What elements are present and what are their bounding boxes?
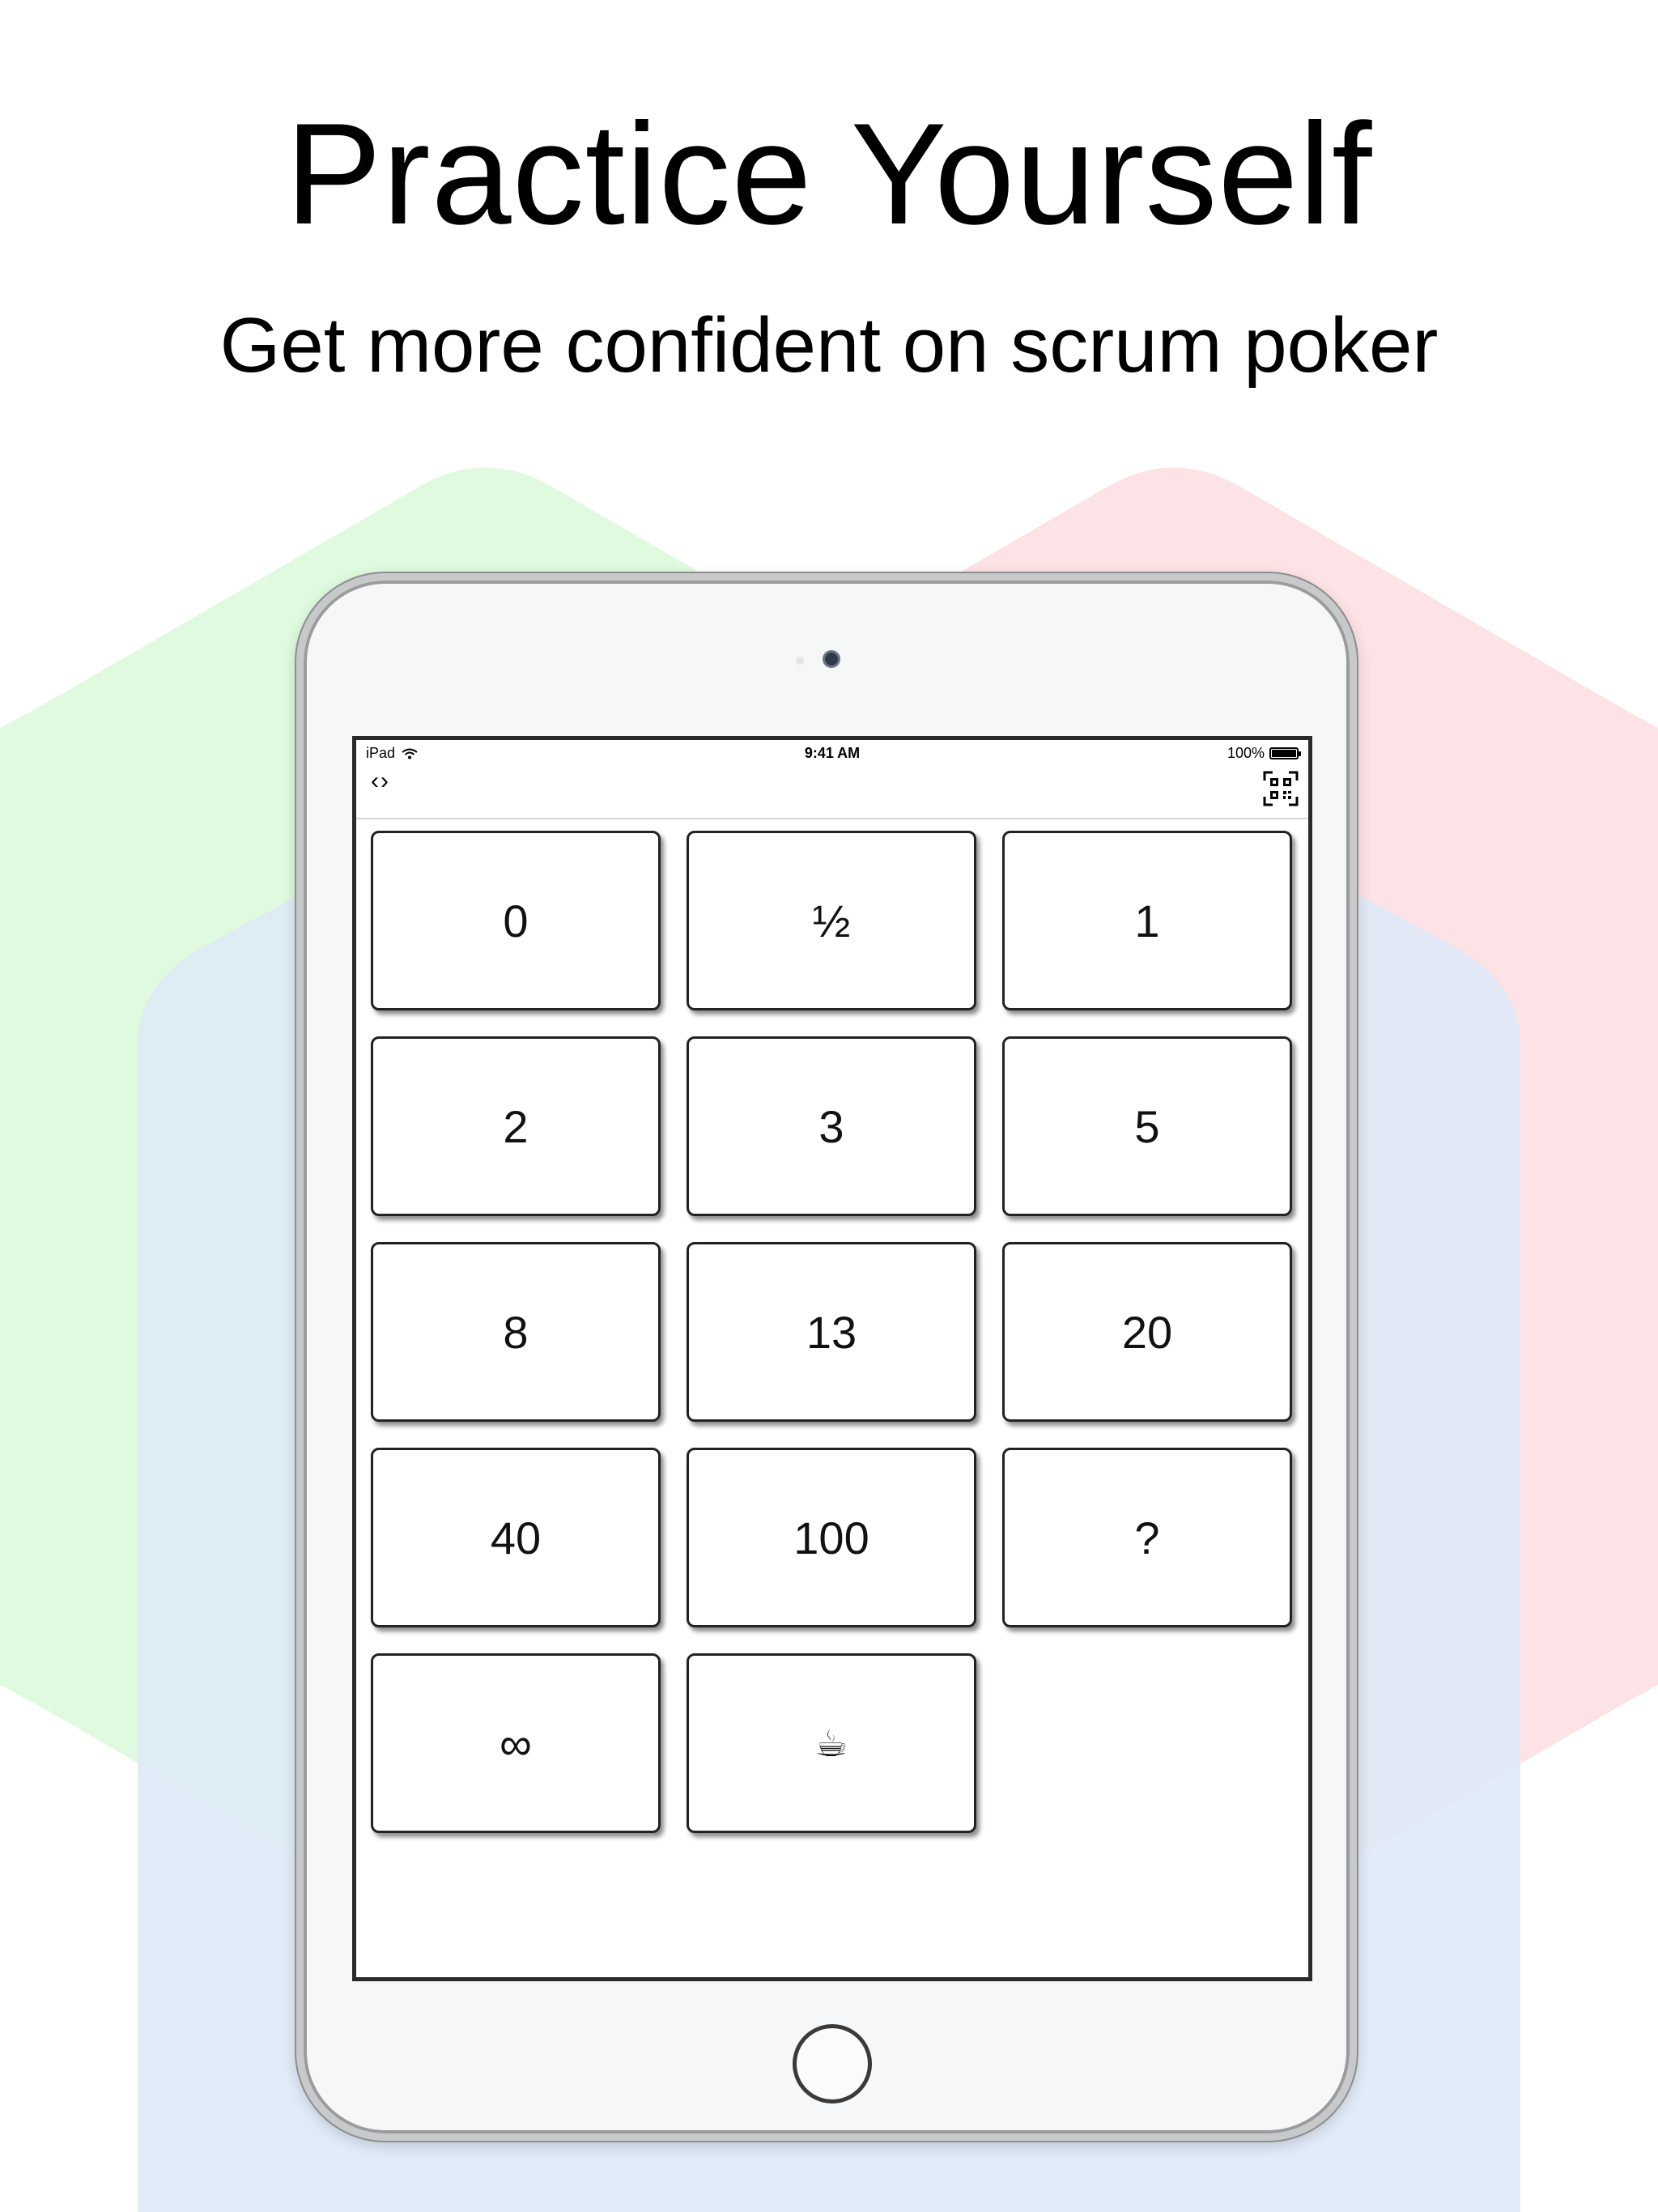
battery-percent: 100% [1226,745,1265,761]
card-label: 0 [503,895,529,946]
card-3[interactable]: 3 [687,1036,976,1216]
card-13[interactable]: 13 [687,1242,976,1422]
card-label: 2 [503,1100,529,1152]
card-label: 5 [1134,1100,1160,1152]
card-2[interactable]: 2 [371,1036,661,1216]
card-coffee[interactable]: ☕ [687,1653,976,1833]
card-label: 20 [1121,1306,1173,1358]
card-infinity[interactable]: ∞ [371,1653,661,1833]
card-label: 40 [490,1512,542,1563]
status-right: 100% [1226,745,1301,762]
card-0[interactable]: 0 [371,831,661,1010]
card-100[interactable]: 100 [687,1448,976,1627]
card-question[interactable]: ? [1002,1448,1292,1627]
card-label: ∞ [500,1717,532,1769]
code-brackets-icon[interactable]: ‹› [371,768,390,795]
card-1[interactable]: 1 [1002,831,1292,1010]
card-label: 100 [793,1512,869,1563]
status-time: 9:41 AM [804,745,861,761]
front-camera [823,650,840,668]
card-label: 3 [818,1100,844,1152]
card-8[interactable]: 8 [371,1242,661,1422]
card-label: 1 [1134,895,1160,946]
qr-code-scanner-icon[interactable] [1263,771,1299,806]
card-half[interactable]: ½ [687,831,976,1010]
navigation-bar: ‹› [356,763,1308,819]
coffee-cup-icon: ☕ [814,1722,848,1764]
card-20[interactable]: 20 [1002,1242,1292,1422]
card-label: ½ [812,895,851,946]
card-label: 13 [806,1306,857,1358]
card-5[interactable]: 5 [1002,1036,1292,1216]
status-bar: iPad 9:41 AM 100% [356,740,1308,763]
card-label: ? [1134,1512,1160,1563]
page-subtitle: Get more confident on scrum poker [219,302,1439,389]
card-40[interactable]: 40 [371,1448,661,1627]
ambient-sensor [796,657,804,665]
ipad-device-frame: iPad 9:41 AM 100% ‹› 0 ½ 1 2 3 5 8 13 20… [296,573,1357,2141]
battery-icon [1269,747,1301,759]
page-title: Practice Yourself [285,93,1373,254]
card-grid: 0 ½ 1 2 3 5 8 13 20 40 100 ? ∞ ☕ [371,831,1300,1833]
home-button[interactable] [793,2024,872,2104]
card-label: 8 [503,1306,529,1358]
app-screen: iPad 9:41 AM 100% ‹› 0 ½ 1 2 3 5 8 13 20… [352,736,1312,1981]
